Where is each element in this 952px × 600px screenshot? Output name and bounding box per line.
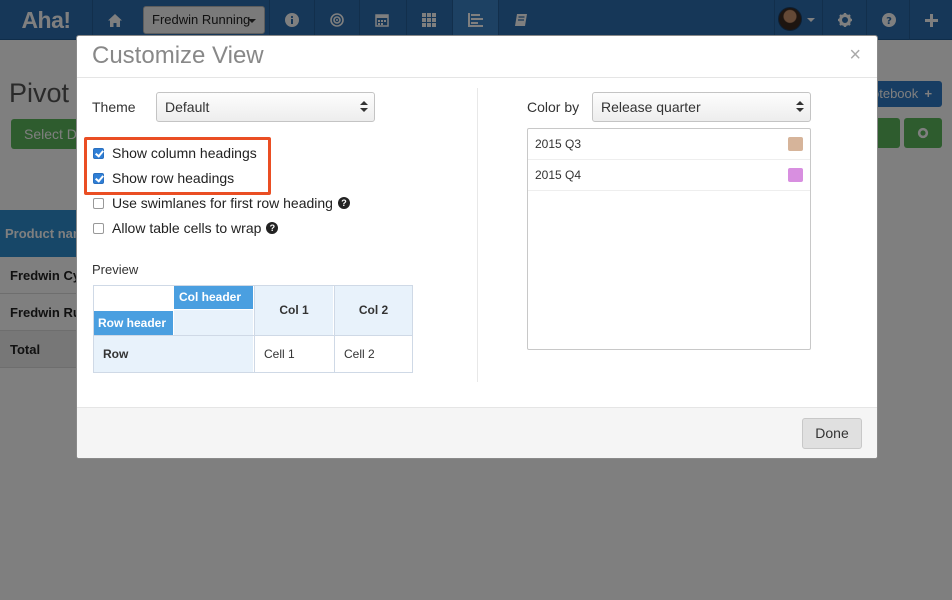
preview-row-header: Row header: [94, 311, 173, 335]
checkbox-label: Show row headings: [112, 170, 235, 186]
preview-col1: Col 1: [254, 286, 333, 335]
preview-blank-cell: [174, 310, 253, 335]
preview-cell1: Cell 1: [254, 336, 333, 372]
list-item[interactable]: 2015 Q4: [528, 160, 810, 191]
allow-wrap-checkbox[interactable]: [93, 222, 104, 234]
preview-cell2: Cell 2: [334, 336, 412, 372]
help-icon[interactable]: ?: [337, 197, 350, 209]
select-arrows-icon: [796, 101, 804, 113]
column-divider: [477, 88, 478, 382]
preview-label: Preview: [92, 262, 139, 277]
color-item-label: 2015 Q3: [535, 137, 582, 151]
modal-header: Customize View ×: [77, 36, 877, 78]
color-legend-list: 2015 Q3 2015 Q4: [527, 128, 811, 350]
color-by-select-value: Release quarter: [601, 99, 701, 115]
color-by-select[interactable]: Release quarter: [592, 92, 811, 122]
use-swimlanes-checkbox[interactable]: [93, 197, 104, 209]
checkbox-label: Use swimlanes for first row heading: [112, 195, 333, 211]
allow-wrap-option[interactable]: Allow table cells to wrap ?: [93, 219, 279, 237]
theme-label: Theme: [92, 99, 136, 115]
color-item-label: 2015 Q4: [535, 168, 582, 182]
show-row-headings-checkbox[interactable]: [93, 172, 104, 184]
theme-select[interactable]: Default: [156, 92, 375, 122]
show-row-headings-option[interactable]: Show row headings: [93, 169, 234, 187]
show-column-headings-checkbox[interactable]: [93, 147, 104, 159]
select-arrows-icon: [360, 101, 368, 113]
preview-row-label: Row: [94, 336, 253, 372]
preview-col-header: Col header: [174, 286, 253, 309]
checkbox-label: Allow table cells to wrap: [112, 220, 262, 236]
preview-col2: Col 2: [334, 286, 412, 335]
help-icon[interactable]: ?: [266, 222, 279, 234]
show-column-headings-option[interactable]: Show column headings: [93, 144, 257, 162]
color-swatch[interactable]: [788, 168, 803, 182]
close-icon[interactable]: ×: [849, 45, 861, 65]
theme-select-value: Default: [165, 99, 210, 115]
list-item[interactable]: 2015 Q3: [528, 129, 810, 160]
use-swimlanes-option[interactable]: Use swimlanes for first row heading ?: [93, 194, 350, 212]
preview-table: Col header Row header Col 1 Col 2 Row Ce…: [93, 285, 413, 373]
modal-title: Customize View: [92, 42, 264, 69]
done-button[interactable]: Done: [802, 418, 862, 449]
color-swatch[interactable]: [788, 137, 803, 151]
modal-footer: Done: [77, 407, 877, 458]
checkbox-label: Show column headings: [112, 145, 257, 161]
color-by-label: Color by: [527, 99, 580, 115]
customize-view-dialog: Customize View × Theme Default Show colu…: [76, 35, 878, 459]
